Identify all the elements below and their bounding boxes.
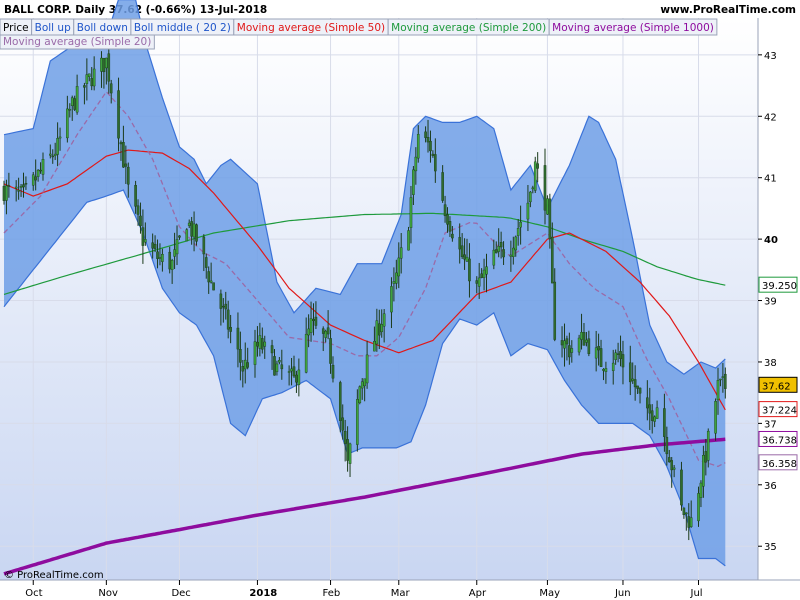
price-label-text: 37.224	[762, 406, 797, 417]
xtick-label: May	[539, 588, 560, 599]
legend-label: Moving average (Simple 1000)	[552, 22, 714, 34]
price-label-text: 37.62	[762, 381, 791, 392]
legend-label: Boll down	[77, 22, 128, 34]
xtick-label: Nov	[98, 588, 118, 599]
legend-item: Moving average (Simple 1000)	[548, 18, 718, 36]
xtick-label: Mar	[391, 588, 411, 599]
candle	[533, 156, 537, 194]
ytick-label: 40	[764, 235, 778, 246]
legend-label: Moving average (Simple 20)	[3, 36, 151, 48]
legend-item: Moving average (Simple 200)	[387, 18, 550, 36]
xtick-label: Jun	[614, 588, 631, 599]
copyright-label: © ProRealTime.com	[4, 570, 104, 581]
price-label: 36.738	[758, 430, 798, 447]
chart-canvas: BALL CORP. Daily 37.62 (-0.66%) 13-Jul-2…	[0, 0, 800, 599]
price-chart: BALL CORP. Daily 37.62 (-0.66%) 13-Jul-2…	[0, 0, 800, 600]
ytick-label: 41	[764, 174, 777, 185]
legend-item: Moving average (Simple 50)	[233, 18, 389, 36]
price-label-text: 36.738	[762, 435, 797, 446]
price-label-text: 39.250	[762, 281, 797, 292]
candle	[407, 226, 410, 251]
ytick-label: 35	[764, 542, 777, 553]
legend-item: Boll up	[31, 18, 75, 36]
legend-item: Boll down	[73, 18, 132, 36]
legend-item: Boll middle ( 20 2)	[130, 18, 235, 36]
legend-label: Boll middle ( 20 2)	[134, 22, 231, 34]
xtick-label: Dec	[171, 588, 190, 599]
legend-item: Price	[0, 18, 33, 36]
legend-label: Moving average (Simple 50)	[237, 22, 385, 34]
price-label-text: 36.358	[762, 459, 797, 470]
xtick-label: Jul	[690, 588, 703, 599]
candle	[212, 282, 215, 291]
candle	[358, 385, 362, 405]
xtick-label: 2018	[249, 588, 277, 599]
website-label: www.ProRealTime.com	[660, 4, 796, 16]
price-label: 37.62	[758, 376, 798, 393]
xtick-label: Feb	[323, 588, 341, 599]
xtick-label: Apr	[469, 588, 487, 599]
xtick-label: Oct	[25, 588, 42, 599]
legend-label: Boll up	[35, 22, 71, 34]
legend-label: Moving average (Simple 200)	[391, 22, 546, 34]
ytick-label: 37	[764, 419, 777, 430]
price-label: 39.250	[758, 276, 798, 293]
candle	[185, 228, 189, 242]
ytick-label: 39	[764, 297, 777, 308]
legend-label: Price	[3, 22, 29, 34]
ytick-label: 43	[764, 51, 777, 62]
ytick-label: 42	[764, 112, 777, 123]
ytick-label: 38	[764, 358, 777, 369]
price-label: 37.224	[758, 401, 798, 418]
price-label: 36.358	[758, 454, 798, 471]
legend-item: Moving average (Simple 20)	[0, 34, 155, 50]
time-axis-ticks: Oct Nov Dec 2018 Feb Mar Apr May Jun Jul	[25, 580, 703, 599]
ytick-label: 36	[764, 481, 777, 492]
